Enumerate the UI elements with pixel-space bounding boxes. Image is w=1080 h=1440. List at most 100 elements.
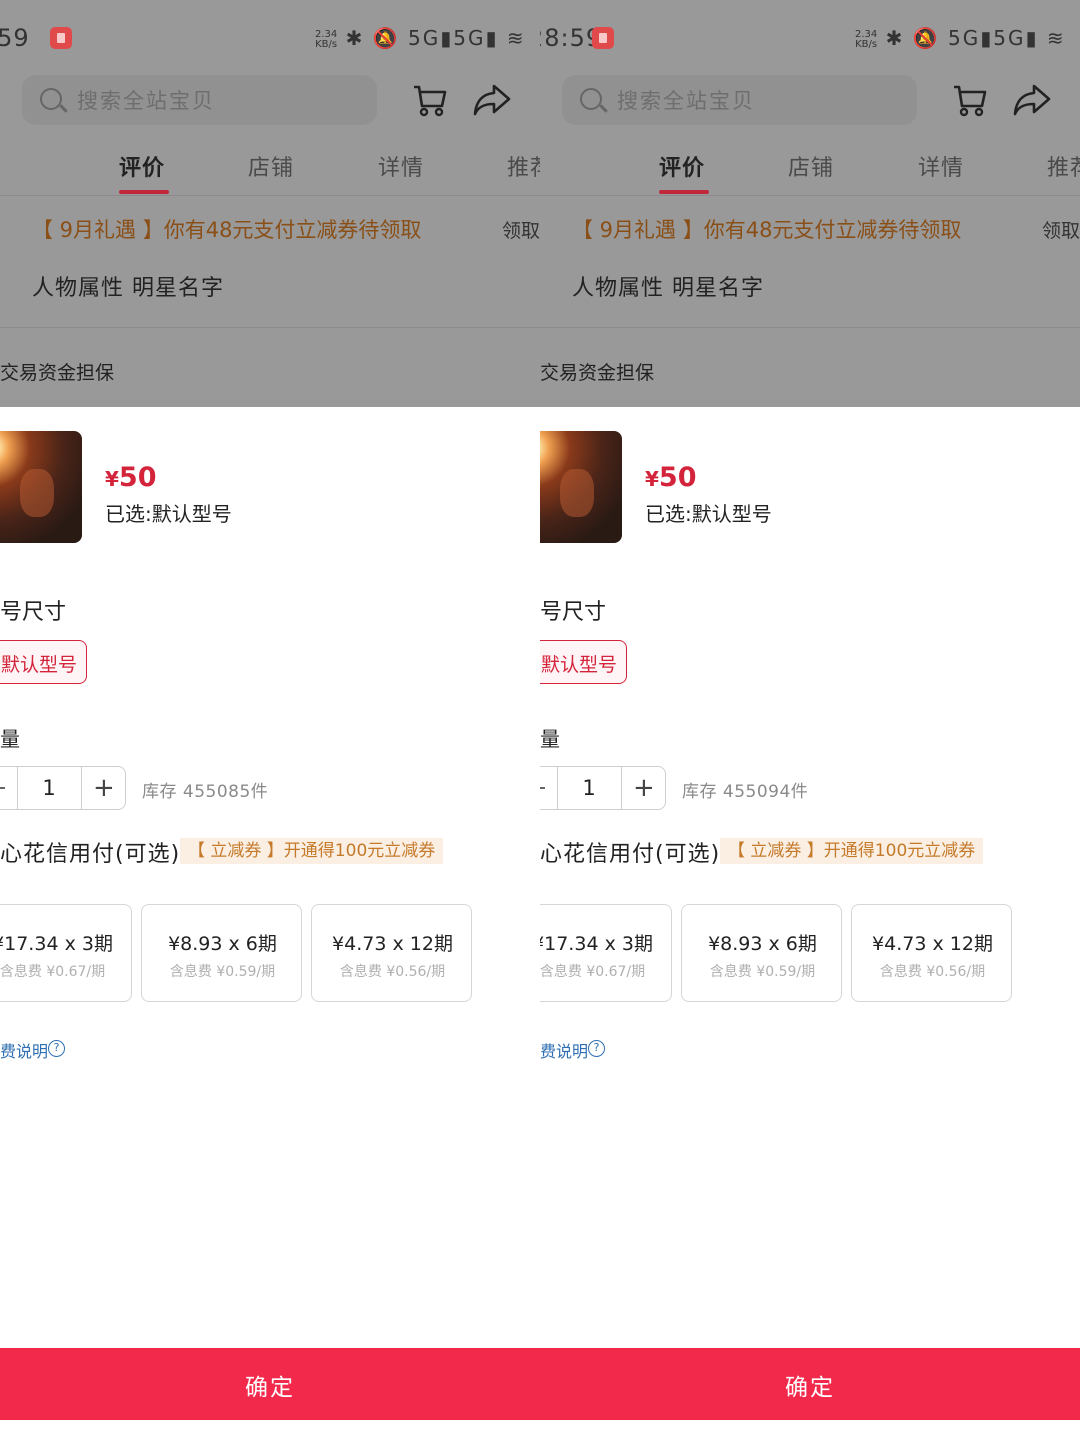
status-icons: 2.34 KB/s ✱ 🔕 5G▮5G▮ ≋ (855, 26, 1066, 50)
tab-reviews[interactable]: 评价 (659, 150, 705, 182)
quantity-stepper: 1 + (0, 766, 126, 810)
credit-coupon-tag: 【 立减券 】开通得100元立减券 (180, 838, 444, 864)
divider (621, 767, 622, 809)
plan-fee: 含息费 ¥0.67/期 (540, 964, 646, 980)
search-placeholder: 搜索全站宝贝 (77, 89, 215, 113)
variant-chip-default[interactable]: 默认型号 (540, 640, 627, 684)
installment-plan-6[interactable]: ¥8.93 x 6期 含息费 ¥0.59/期 (681, 904, 842, 1002)
tab-reviews[interactable]: 评价 (119, 150, 165, 182)
search-bar[interactable]: 搜索全站宝贝 (562, 75, 917, 125)
promo-text: 【 9月礼遇 】你有48元支付立减券待领取 (572, 218, 962, 242)
fee-explanation-link[interactable]: 费说明 (540, 1038, 588, 1062)
tab-recommended[interactable]: 推荐品 (1047, 150, 1080, 182)
credit-pay-label: 心花信用付(可选) (0, 842, 181, 867)
divider (540, 195, 1080, 196)
share-icon[interactable] (472, 82, 512, 118)
tab-recommended[interactable]: 推荐品 (507, 150, 540, 182)
promo-text: 【 9月礼遇 】你有48元支付立减券待领取 (32, 218, 422, 242)
tab-bar: 评价 店铺 详情 推荐品 (0, 140, 540, 196)
screen-content: 28:59 2.34KB/s ✱ 🔕 5G▮5G▮ ≋ 搜索全站宝贝 (540, 0, 1080, 1440)
claim-coupon-link[interactable]: 领取 (502, 216, 540, 243)
signal-icons: ✱ 🔕 5G▮5G▮ ≋ (345, 26, 526, 50)
attribute-text: 人物属性 明星名字 (32, 276, 224, 301)
confirm-button[interactable]: 确定 (540, 1348, 1080, 1420)
screen-record-icon (592, 27, 614, 49)
installment-plan-12[interactable]: ¥4.73 x 12期 含息费 ¥0.56/期 (851, 904, 1012, 1002)
tab-details[interactable]: 详情 (378, 150, 424, 182)
search-icon (40, 88, 62, 110)
cart-icon[interactable] (952, 82, 988, 118)
plan-amount: ¥4.73 x 12期 (332, 933, 453, 955)
installment-plan-3[interactable]: ¥17.34 x 3期 含息费 ¥0.67/期 (540, 904, 672, 1002)
network-speed: 2.34 KB/s (855, 28, 878, 50)
tab-bar: 评价 店铺 详情 推荐品 (540, 140, 1080, 196)
plan-amount: ¥17.34 x 3期 (0, 933, 113, 955)
stock-text: 库存 455085件 (142, 782, 269, 802)
plan-amount: ¥8.93 x 6期 (168, 933, 277, 955)
plan-fee: 含息费 ¥0.67/期 (0, 964, 106, 980)
plan-amount: ¥17.34 x 3期 (540, 933, 653, 955)
divider (540, 327, 1080, 328)
share-icon[interactable] (1012, 82, 1052, 118)
product-price: ¥50 (645, 462, 697, 493)
screen-content: :59 2.34KB/s ✱ 🔕 5G▮5G▮ ≋ 搜索全站宝贝 (0, 0, 540, 1440)
installment-plan-12[interactable]: ¥4.73 x 12期 含息费 ¥0.56/期 (311, 904, 472, 1002)
cart-icon[interactable] (412, 82, 448, 118)
installment-plan-3[interactable]: ¥17.34 x 3期 含息费 ¥0.67/期 (0, 904, 132, 1002)
plan-fee: 含息费 ¥0.59/期 (169, 964, 276, 980)
active-tab-indicator (659, 190, 709, 194)
fee-explanation-link[interactable]: 费说明 (0, 1038, 48, 1062)
help-icon[interactable]: ? (588, 1040, 605, 1057)
quantity-stepper: 1 + (540, 766, 666, 810)
status-bar: 28:59 2.34KB/s ✱ 🔕 5G▮5G▮ ≋ (540, 0, 1080, 72)
quantity-label: 量 (0, 727, 20, 751)
tab-shop[interactable]: 店铺 (248, 150, 294, 182)
phone-screen-left: :59 2.34KB/s ✱ 🔕 5G▮5G▮ ≋ 搜索全站宝贝 (0, 0, 540, 1440)
tab-details[interactable]: 详情 (918, 150, 964, 182)
stock-text: 库存 455094件 (682, 782, 809, 802)
credit-pay-label: 心花信用付(可选) (540, 842, 721, 867)
active-tab-indicator (119, 190, 169, 194)
phone-screen-right: 28:59 2.34KB/s ✱ 🔕 5G▮5G▮ ≋ 搜索全站宝贝 (540, 0, 1080, 1440)
plan-amount: ¥4.73 x 12期 (872, 933, 993, 955)
quantity-label: 量 (540, 727, 560, 751)
selected-variant: 已选:默认型号 (645, 502, 772, 526)
confirm-button[interactable]: 确定 (0, 1348, 540, 1420)
quantity-value[interactable]: 1 (17, 776, 81, 800)
signal-icons: ✱ 🔕 5G▮5G▮ ≋ (885, 26, 1066, 50)
product-price: ¥50 (105, 462, 157, 493)
screenshot-stage: :59 2.34KB/s ✱ 🔕 5G▮5G▮ ≋ 搜索全站宝贝 (0, 0, 1080, 1440)
size-section-label: 号尺寸 (0, 600, 67, 625)
product-thumbnail (540, 431, 622, 543)
increment-button[interactable]: + (93, 775, 115, 801)
dimmed-product-page: 28:59 2.34KB/s ✱ 🔕 5G▮5G▮ ≋ 搜索全站宝贝 (540, 0, 1080, 407)
status-bar: :59 2.34KB/s ✱ 🔕 5G▮5G▮ ≋ (0, 0, 540, 72)
increment-button[interactable]: + (633, 775, 655, 801)
product-thumbnail (0, 431, 82, 543)
divider (0, 195, 540, 196)
installment-plan-6[interactable]: ¥8.93 x 6期 含息费 ¥0.59/期 (141, 904, 302, 1002)
selected-variant: 已选:默认型号 (105, 502, 232, 526)
decrement-button[interactable] (0, 787, 5, 789)
credit-coupon-tag: 【 立减券 】开通得100元立减券 (720, 838, 984, 864)
guarantee-text: 交易资金担保 (540, 362, 655, 384)
divider (81, 767, 82, 809)
help-icon[interactable]: ? (48, 1040, 65, 1057)
guarantee-text: 交易资金担保 (0, 362, 115, 384)
tab-shop[interactable]: 店铺 (788, 150, 834, 182)
search-icon (580, 88, 602, 110)
plan-fee: 含息费 ¥0.59/期 (709, 964, 816, 980)
divider (0, 327, 540, 328)
plan-amount: ¥8.93 x 6期 (708, 933, 817, 955)
quantity-value[interactable]: 1 (557, 776, 621, 800)
plan-fee: 含息费 ¥0.56/期 (339, 964, 446, 980)
search-bar[interactable]: 搜索全站宝贝 (22, 75, 377, 125)
decrement-button[interactable] (540, 787, 545, 789)
status-icons: 2.34 KB/s ✱ 🔕 5G▮5G▮ ≋ (315, 26, 526, 50)
variant-chip-default[interactable]: 默认型号 (0, 640, 87, 684)
network-speed: 2.34 KB/s (315, 28, 338, 50)
claim-coupon-link[interactable]: 领取 (1042, 216, 1080, 243)
screen-record-icon (50, 27, 72, 49)
status-time: :59 (0, 24, 30, 52)
search-placeholder: 搜索全站宝贝 (617, 89, 755, 113)
